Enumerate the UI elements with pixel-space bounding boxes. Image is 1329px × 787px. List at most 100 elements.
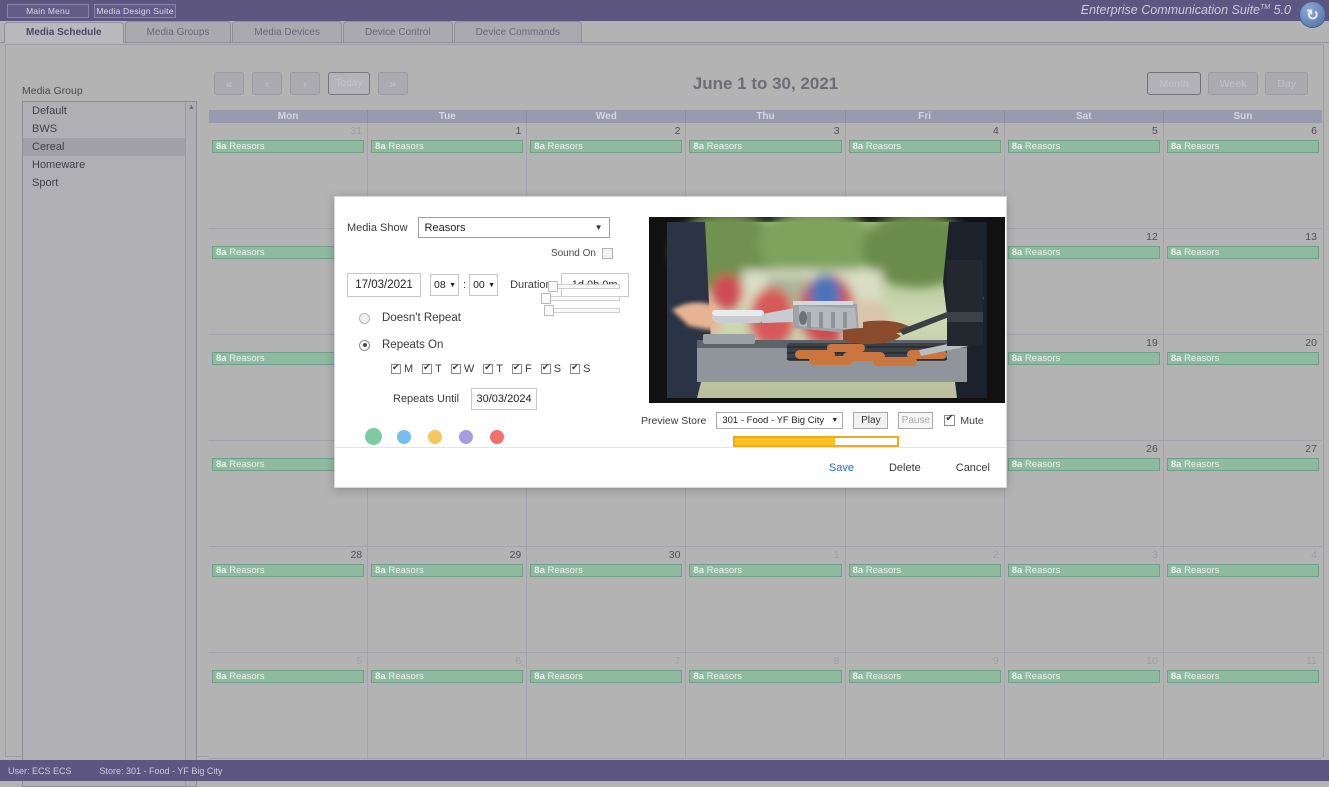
minute-select[interactable]: 00 ▼ [469, 274, 499, 296]
calendar-day-cell[interactable]: 3 8a Reasors [1004, 547, 1164, 652]
calendar-event[interactable]: 8a Reasors [1166, 564, 1319, 577]
calendar-day-cell[interactable]: 8 8a Reasors [686, 653, 846, 758]
day-toggle-friday[interactable]: F [512, 362, 532, 375]
checkbox-icon[interactable] [570, 362, 581, 374]
calendar-day-cell[interactable]: 4 8a Reasors [1163, 547, 1322, 652]
checkbox-icon[interactable] [450, 362, 461, 374]
color-swatch-red[interactable] [490, 429, 504, 444]
calendar-event[interactable]: 8a Reasors [1007, 564, 1160, 577]
calendar-event[interactable]: 8a Reasors [1166, 140, 1319, 153]
cancel-button[interactable]: Cancel [956, 462, 990, 474]
calendar-day-cell[interactable]: 20 8a Reasors [1163, 335, 1322, 440]
color-swatch-orange[interactable] [428, 429, 442, 444]
calendar-day-cell[interactable]: 11 8a Reasors [1163, 653, 1322, 758]
delete-button[interactable]: Delete [889, 462, 921, 474]
color-swatch-purple[interactable] [459, 429, 473, 444]
sidebar-item-cereal[interactable]: Cereal [23, 138, 196, 156]
day-toggle-tuesday[interactable]: T [422, 362, 442, 375]
hour-select[interactable]: 08 ▼ [430, 274, 459, 296]
calendar-day-cell[interactable]: 10 8a Reasors [1004, 653, 1164, 758]
tab-media-devices[interactable]: Media Devices [232, 21, 342, 42]
calendar-event[interactable]: 8a Reasors [1166, 352, 1319, 365]
logout-icon[interactable]: ↻ [1299, 1, 1326, 28]
sidebar-item-sport[interactable]: Sport [23, 174, 196, 192]
mute-toggle[interactable]: Mute [944, 413, 984, 427]
repeats-on-row[interactable]: Repeats On [335, 324, 631, 351]
checkbox-icon[interactable] [483, 362, 494, 374]
doesnt-repeat-radio[interactable] [359, 312, 370, 324]
calendar-event[interactable]: 8a Reasors [212, 140, 365, 153]
view-month-button[interactable]: Month [1147, 72, 1201, 95]
slider-handle[interactable] [541, 293, 551, 304]
save-button[interactable]: Save [829, 462, 854, 474]
calendar-event[interactable]: 8a Reasors [371, 670, 524, 683]
calendar-event[interactable]: 8a Reasors [212, 670, 365, 683]
slider-handle[interactable] [544, 305, 554, 316]
repeats-on-radio[interactable] [359, 339, 370, 351]
repeats-until-field[interactable]: 30/03/2024 [471, 388, 538, 410]
calendar-day-cell[interactable]: 6 8a Reasors [1163, 123, 1322, 228]
playback-progress-bar[interactable] [733, 436, 899, 447]
calendar-event[interactable]: 8a Reasors [848, 670, 1001, 683]
calendar-day-cell[interactable]: 30 8a Reasors [527, 547, 687, 652]
calendar-day-cell[interactable]: 1 8a Reasors [686, 547, 846, 652]
calendar-day-cell[interactable]: 19 8a Reasors [1004, 335, 1164, 440]
checkbox-icon[interactable] [512, 362, 523, 374]
day-toggle-saturday[interactable]: S [540, 362, 561, 375]
sound-on-checkbox[interactable] [602, 248, 613, 259]
calendar-event[interactable]: 8a Reasors [689, 670, 842, 683]
sidebar-item-homeware[interactable]: Homeware [23, 156, 196, 174]
checkbox-icon[interactable] [422, 362, 433, 374]
calendar-day-cell[interactable]: 13 8a Reasors [1163, 229, 1322, 334]
calendar-day-cell[interactable]: 5 8a Reasors [1004, 123, 1164, 228]
checkbox-icon[interactable] [391, 362, 401, 374]
calendar-day-cell[interactable]: 6 8a Reasors [368, 653, 528, 758]
day-toggle-thursday[interactable]: T [483, 362, 503, 375]
media-design-suite-button[interactable]: Media Design Suite [94, 3, 176, 18]
tab-device-commands[interactable]: Device Commands [453, 21, 583, 42]
calendar-event[interactable]: 8a Reasors [371, 140, 524, 153]
calendar-day-cell[interactable]: 12 8a Reasors [1004, 229, 1164, 334]
start-date-field[interactable]: 17/03/2021 [347, 273, 421, 297]
day-toggle-monday[interactable]: M [391, 362, 413, 375]
media-show-select[interactable]: Reasors ▼ [417, 217, 610, 238]
calendar-event[interactable]: 8a Reasors [1007, 352, 1160, 365]
hours-slider[interactable] [540, 293, 620, 304]
calendar-event[interactable]: 8a Reasors [1166, 246, 1319, 259]
days-slider[interactable] [540, 281, 620, 292]
day-toggle-sunday[interactable]: S [570, 362, 590, 375]
color-swatch-green[interactable] [365, 428, 382, 445]
sidebar-item-bws[interactable]: BWS [23, 120, 196, 138]
sidebar-item-default[interactable]: Default [23, 102, 196, 120]
calendar-day-cell[interactable]: 5 8a Reasors [209, 653, 369, 758]
calendar-event[interactable]: 8a Reasors [689, 564, 842, 577]
calendar-day-cell[interactable]: 9 8a Reasors [845, 653, 1005, 758]
calendar-event[interactable]: 8a Reasors [530, 140, 683, 153]
calendar-event[interactable]: 8a Reasors [1166, 670, 1319, 683]
calendar-event[interactable]: 8a Reasors [848, 140, 1001, 153]
calendar-event[interactable]: 8a Reasors [1007, 246, 1160, 259]
color-swatch-blue[interactable] [397, 429, 411, 444]
calendar-event[interactable]: 8a Reasors [530, 670, 683, 683]
calendar-day-cell[interactable]: 2 8a Reasors [845, 547, 1005, 652]
calendar-day-cell[interactable]: 27 8a Reasors [1163, 441, 1322, 546]
view-week-button[interactable]: Week [1207, 72, 1259, 95]
slider-handle[interactable] [548, 281, 558, 292]
preview-store-select[interactable]: 301 - Food - YF Big City ▼ [716, 412, 844, 429]
pause-button[interactable]: Pause [898, 412, 934, 429]
main-menu-button[interactable]: Main Menu [7, 3, 89, 18]
calendar-event[interactable]: 8a Reasors [530, 564, 683, 577]
calendar-event[interactable]: 8a Reasors [371, 564, 524, 577]
calendar-day-cell[interactable]: 26 8a Reasors [1004, 441, 1164, 546]
minutes-slider[interactable] [540, 305, 620, 316]
media-group-scrollbar[interactable]: ▲ ▼ [185, 102, 196, 786]
day-toggle-wednesday[interactable]: W [450, 362, 474, 375]
calendar-event[interactable]: 8a Reasors [1007, 670, 1160, 683]
media-preview[interactable] [649, 217, 1005, 403]
calendar-day-cell[interactable]: 28 8a Reasors [209, 547, 369, 652]
calendar-event[interactable]: 8a Reasors [1007, 140, 1160, 153]
tab-media-schedule[interactable]: Media Schedule [4, 22, 124, 43]
calendar-day-cell[interactable]: 29 8a Reasors [368, 547, 528, 652]
tab-media-groups[interactable]: Media Groups [124, 21, 232, 42]
media-group-list[interactable]: Default BWS Cereal Homeware Sport ▲ ▼ [22, 101, 197, 787]
